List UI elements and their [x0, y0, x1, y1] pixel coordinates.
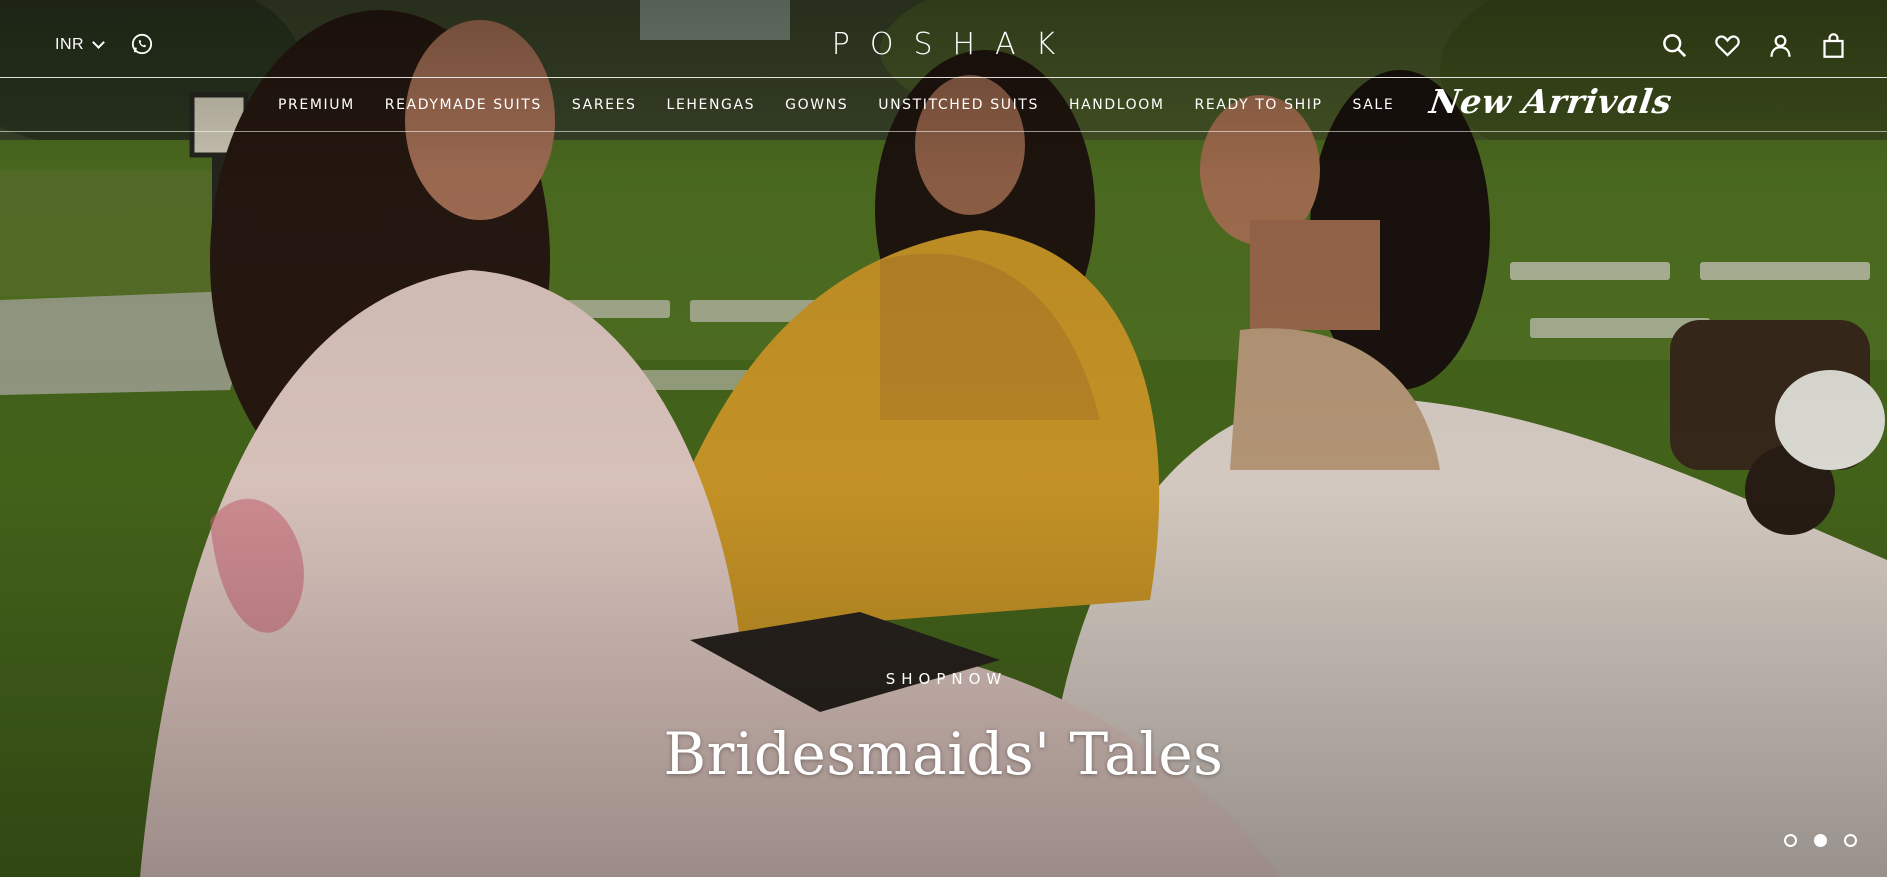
nav-item-unstitched-suits[interactable]: UNSTITCHED SUITS: [878, 97, 1039, 113]
nav-item-sale[interactable]: SALE: [1353, 97, 1395, 113]
search-icon[interactable]: [1661, 32, 1688, 59]
brand-logo[interactable]: POSHAK: [0, 27, 1887, 62]
nav-item-premium[interactable]: PREMIUM: [278, 97, 355, 113]
nav-item-sarees[interactable]: SAREES: [572, 97, 637, 113]
main-nav: PREMIUM READYMADE SUITS SAREES LEHENGAS …: [278, 78, 1675, 131]
wishlist-heart-icon[interactable]: [1714, 32, 1741, 59]
slider-pagination: [1784, 834, 1857, 847]
nav-item-readymade-suits[interactable]: READYMADE SUITS: [385, 97, 542, 113]
site-header: INR POSHAK: [0, 0, 1887, 78]
cart-bag-icon[interactable]: [1820, 32, 1847, 59]
header-actions: [1661, 32, 1847, 59]
shop-now-link[interactable]: SHOPNOW: [0, 670, 1887, 688]
nav-item-ready-to-ship[interactable]: READY TO SHIP: [1195, 97, 1323, 113]
nav-item-lehengas[interactable]: LEHENGAS: [667, 97, 756, 113]
hero-title: Bridesmaids' Tales: [663, 720, 1224, 788]
slider-dot-2[interactable]: [1814, 834, 1827, 847]
slider-dot-1[interactable]: [1784, 834, 1797, 847]
nav-divider: [0, 131, 1887, 132]
account-icon[interactable]: [1767, 32, 1794, 59]
slider-dot-3[interactable]: [1844, 834, 1857, 847]
nav-item-gowns[interactable]: GOWNS: [785, 97, 848, 113]
nav-item-new-arrivals[interactable]: New Arrivals: [1428, 82, 1675, 121]
nav-item-handloom[interactable]: HANDLOOM: [1069, 97, 1165, 113]
